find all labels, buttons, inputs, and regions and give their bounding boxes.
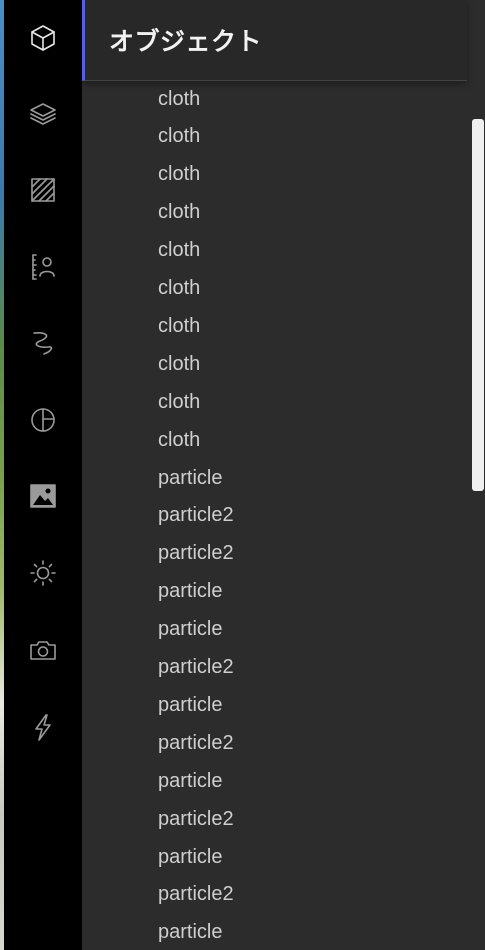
person-scale-icon xyxy=(32,254,55,280)
sun-icon xyxy=(30,560,56,586)
list-item[interactable]: particle xyxy=(158,459,222,497)
list-item[interactable]: particle xyxy=(158,611,222,649)
tool-image[interactable] xyxy=(4,466,82,526)
tool-light[interactable] xyxy=(4,543,82,603)
list-item[interactable]: particle xyxy=(158,914,222,950)
list-item[interactable]: particle2 xyxy=(158,649,234,687)
hair-curve-icon xyxy=(33,332,53,355)
list-item[interactable]: cloth xyxy=(158,307,200,345)
list-item[interactable]: particle xyxy=(158,838,222,876)
list-item[interactable]: cloth xyxy=(158,232,200,270)
list-item[interactable]: cloth xyxy=(158,156,200,194)
cube-icon xyxy=(31,25,55,51)
list-item[interactable]: cloth xyxy=(158,421,200,459)
list-item[interactable]: particle2 xyxy=(158,876,234,914)
scrollbar[interactable] xyxy=(472,119,484,491)
tool-texture[interactable] xyxy=(4,160,82,220)
tool-figure[interactable] xyxy=(4,237,82,297)
list-item[interactable]: particle2 xyxy=(158,800,234,838)
tool-shading[interactable] xyxy=(4,390,82,450)
texture-hatch-icon xyxy=(31,178,55,202)
list-item[interactable]: cloth xyxy=(158,345,200,383)
list-item[interactable]: cloth xyxy=(158,194,200,232)
object-list[interactable]: cloth cloth cloth cloth cloth cloth cloth cloth… xyxy=(82,81,485,950)
list-item[interactable]: particle xyxy=(158,686,222,724)
list-item[interactable]: particle2 xyxy=(158,724,234,762)
list-item[interactable]: cloth xyxy=(158,118,200,156)
list-item[interactable]: particle xyxy=(158,573,222,611)
list-item[interactable]: cloth xyxy=(158,270,200,308)
lightning-icon xyxy=(35,714,51,741)
shading-circle-icon xyxy=(31,408,55,432)
scrollbar-thumb[interactable] xyxy=(472,119,484,491)
layers-icon xyxy=(30,103,56,125)
list-item[interactable]: cloth xyxy=(158,81,200,118)
list-item[interactable]: particle xyxy=(158,762,222,800)
tool-object[interactable] xyxy=(4,8,82,68)
tool-effects[interactable] xyxy=(4,697,82,757)
tool-layers[interactable] xyxy=(4,84,82,144)
page-title: オブジェクト xyxy=(109,28,263,56)
camera-icon xyxy=(30,641,56,660)
list-item[interactable]: cloth xyxy=(158,383,200,421)
tool-camera[interactable] xyxy=(4,620,82,680)
tool-hair[interactable] xyxy=(4,313,82,373)
panel-header: オブジェクト xyxy=(82,0,467,81)
list-item[interactable]: particle2 xyxy=(158,497,234,535)
list-item[interactable]: particle2 xyxy=(158,535,234,573)
object-panel: オブジェクト cloth cloth cloth cloth cloth cloth clo… xyxy=(82,0,485,950)
side-toolbar xyxy=(4,0,82,950)
image-icon xyxy=(30,484,56,508)
